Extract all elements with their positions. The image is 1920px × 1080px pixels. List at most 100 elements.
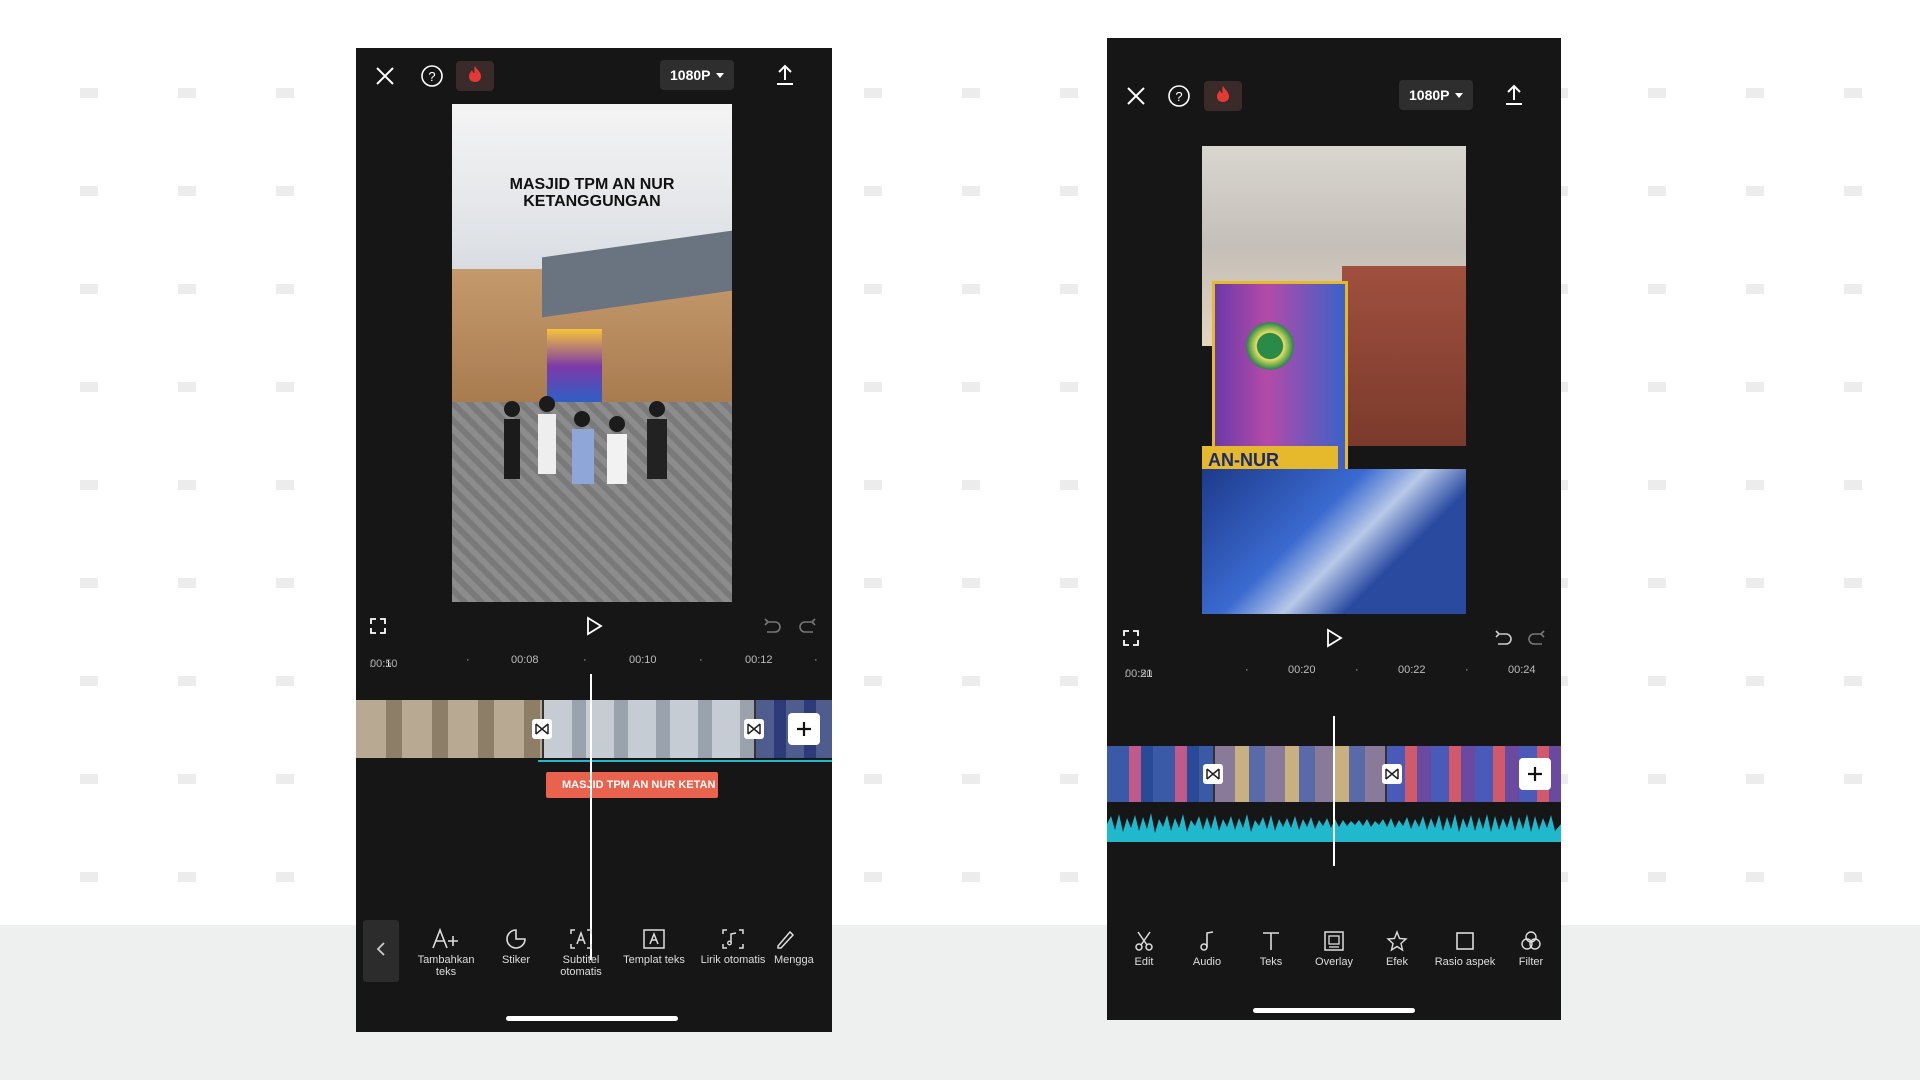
ruler-tick-label: 00:20: [1288, 664, 1316, 676]
editor-screen-text-mode: ? 1080P MASJID TPM AN NUR KETANGGUNGAN 0…: [356, 48, 832, 1032]
tool-tambahkan-teks[interactable]: Tambahkan teks: [406, 924, 486, 978]
chevron-down-icon: [716, 72, 725, 78]
fullscreen-icon[interactable]: [366, 614, 390, 638]
ruler-dot: ·: [699, 654, 703, 666]
sticker-icon: [505, 924, 527, 954]
preview-people: [492, 389, 692, 539]
draw-icon: [774, 924, 796, 954]
fire-icon: [1216, 85, 1230, 108]
tool-menggambar[interactable]: Mengga: [774, 924, 824, 978]
ruler-dot: ·: [466, 654, 470, 666]
tool-label: Audio: [1192, 956, 1222, 968]
add-text-icon: [431, 924, 461, 954]
close-icon[interactable]: [372, 63, 398, 89]
tool-lirik-otomatis[interactable]: Lirik otomatis: [692, 924, 774, 978]
ruler-dot: ·: [583, 654, 587, 666]
ruler-tick-label: 00:08: [511, 654, 539, 666]
home-indicator[interactable]: [1253, 1008, 1415, 1013]
ruler-dot: ·: [1465, 664, 1469, 676]
total-time: 00:50: [1125, 668, 1153, 680]
preview-roof-tiles: [1342, 266, 1466, 446]
add-clip-button[interactable]: [788, 713, 820, 745]
track-underline: [538, 760, 832, 762]
toolbar-back-button[interactable]: [363, 920, 399, 982]
tool-label: Subtitel otomatis: [560, 954, 602, 978]
tool-stiker[interactable]: Stiker: [486, 924, 546, 978]
tool-label: Efek: [1385, 956, 1408, 968]
text-icon: [1261, 926, 1281, 956]
resolution-dropdown[interactable]: 1080P: [660, 60, 735, 90]
redo-icon[interactable]: [796, 614, 820, 638]
tool-edit[interactable]: Edit: [1115, 926, 1173, 968]
video-track[interactable]: [356, 700, 832, 758]
video-title-line1: MASJID TPM AN NUR: [509, 176, 675, 193]
video-title-line2: KETANGGUNGAN: [523, 193, 661, 210]
main-toolbar: Edit Audio Teks Overlay Efek Rasio aspek…: [1115, 926, 1561, 968]
tool-label: Edit: [1134, 956, 1154, 968]
tool-teks[interactable]: Teks: [1241, 926, 1301, 968]
add-clip-button[interactable]: [1519, 758, 1551, 790]
help-icon[interactable]: ?: [1166, 83, 1192, 109]
playback-controls: [356, 606, 832, 646]
ruler-tick-label: 00:10: [629, 654, 657, 666]
play-icon[interactable]: [580, 612, 608, 640]
filter-icon: [1519, 926, 1543, 956]
text-clip[interactable]: MASJID TPM AN NUR KETAN: [546, 772, 718, 798]
video-clip[interactable]: [356, 700, 542, 758]
pro-fire-button[interactable]: [456, 61, 494, 91]
total-time: 00:50: [370, 658, 398, 670]
play-icon[interactable]: [1320, 624, 1348, 652]
undo-icon[interactable]: [1491, 626, 1515, 650]
tool-rasio-aspek[interactable]: Rasio aspek: [1427, 926, 1503, 968]
aspect-ratio-icon: [1455, 926, 1475, 956]
close-icon[interactable]: [1123, 83, 1149, 109]
tool-templat-teks[interactable]: Templat teks: [616, 924, 692, 978]
video-preview[interactable]: AN-NUR: [1202, 146, 1466, 614]
playhead[interactable]: [590, 674, 592, 960]
export-icon[interactable]: [771, 61, 799, 89]
tool-filter[interactable]: Filter: [1503, 926, 1559, 968]
tool-subtitel-otomatis[interactable]: Subtitel otomatis: [546, 924, 616, 978]
pro-fire-button[interactable]: [1204, 81, 1242, 111]
video-clip[interactable]: [1107, 746, 1213, 802]
svg-text:?: ?: [1175, 89, 1182, 104]
fullscreen-icon[interactable]: [1119, 626, 1143, 650]
tool-label: Lirik otomatis: [700, 954, 766, 966]
effects-icon: [1386, 926, 1408, 956]
text-template-icon: [642, 924, 666, 954]
export-icon[interactable]: [1500, 81, 1528, 109]
tool-label: Overlay: [1315, 956, 1353, 968]
undo-icon[interactable]: [760, 614, 784, 638]
scissors-icon: [1133, 926, 1155, 956]
resolution-label: 1080P: [1409, 87, 1450, 103]
transition-icon[interactable]: [532, 719, 552, 739]
playhead[interactable]: [1333, 716, 1335, 866]
tool-label: Templat teks: [623, 954, 685, 966]
transition-icon[interactable]: [744, 719, 764, 739]
tool-label: Rasio aspek: [1434, 956, 1496, 968]
ruler-dot: ·: [1245, 664, 1249, 676]
auto-lyrics-icon: [721, 924, 745, 954]
video-preview[interactable]: MASJID TPM AN NUR KETANGGUNGAN: [452, 104, 732, 602]
video-clip[interactable]: [1215, 746, 1385, 802]
transition-icon[interactable]: [1382, 764, 1402, 784]
ruler-dot: ·: [814, 654, 818, 666]
video-title-overlay[interactable]: MASJID TPM AN NUR KETANGGUNGAN: [452, 176, 732, 210]
video-clip[interactable]: [544, 700, 754, 758]
help-icon[interactable]: ?: [419, 63, 445, 89]
editor-screen-main: ? 1080P AN-NUR 00:21 / 00:50 00:20 00:22…: [1107, 38, 1561, 1020]
ruler-dot: ·: [1355, 664, 1359, 676]
preview-emblem: [1240, 316, 1300, 376]
tool-audio[interactable]: Audio: [1173, 926, 1241, 968]
transition-icon[interactable]: [1203, 764, 1223, 784]
ruler-tick-label: 00:22: [1398, 664, 1426, 676]
redo-icon[interactable]: [1525, 626, 1549, 650]
svg-text:?: ?: [428, 69, 435, 84]
preview-waves: [1202, 469, 1466, 614]
tool-label: Teks: [1259, 956, 1283, 968]
tool-efek[interactable]: Efek: [1367, 926, 1427, 968]
tool-overlay[interactable]: Overlay: [1301, 926, 1367, 968]
fire-icon: [468, 65, 482, 88]
home-indicator[interactable]: [506, 1016, 678, 1021]
resolution-dropdown[interactable]: 1080P: [1399, 80, 1474, 110]
